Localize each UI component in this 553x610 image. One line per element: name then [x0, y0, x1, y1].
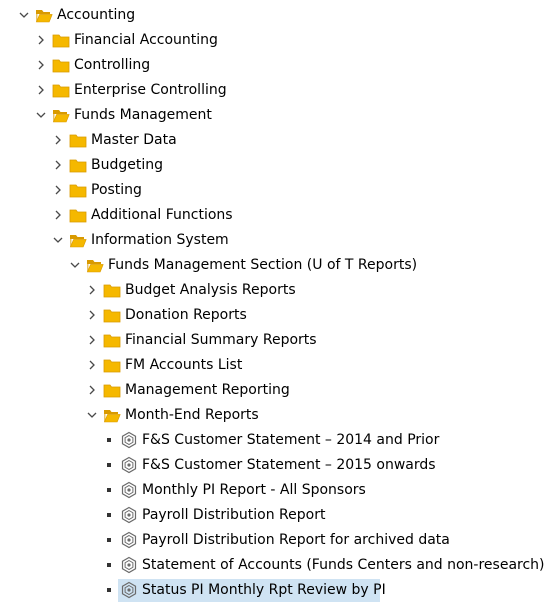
report-transaction-icon — [120, 456, 138, 474]
tree-folder-budgeting[interactable]: Budgeting — [0, 153, 553, 178]
tree-item-label: Monthly PI Report - All Sponsors — [142, 482, 366, 498]
tree-folder-funds-management-section-u-of-t-reports[interactable]: Funds Management Section (U of T Reports… — [0, 253, 553, 278]
tree-item-label: Financial Accounting — [74, 32, 218, 48]
tree-folder-month-end-reports[interactable]: Month-End Reports — [0, 403, 553, 428]
chevron-right-icon[interactable] — [53, 159, 63, 171]
tree-item-label: F&S Customer Statement – 2014 and Prior — [142, 432, 440, 448]
chevron-right-icon[interactable] — [36, 59, 46, 71]
report-transaction-icon — [120, 531, 138, 549]
tree-folder-financial-summary-reports[interactable]: Financial Summary Reports — [0, 328, 553, 353]
tree-item-label: Funds Management — [74, 107, 212, 123]
tree-folder-posting[interactable]: Posting — [0, 178, 553, 203]
tree-item-label: Management Reporting — [125, 382, 290, 398]
tree-item-label: Information System — [91, 232, 229, 248]
chevron-right-icon[interactable] — [53, 134, 63, 146]
tree-item-label: Payroll Distribution Report — [142, 507, 326, 523]
tree-item-label: Funds Management Section (U of T Reports… — [108, 257, 418, 273]
report-transaction-icon — [120, 556, 138, 574]
tree-report-status-pi-monthly-rpt-review-by-pi[interactable]: Status PI Monthly Rpt Review by PI — [0, 578, 553, 603]
tree-item-label: Status PI Monthly Rpt Review by PI — [142, 582, 386, 598]
tree-item-label: Budgeting — [91, 157, 164, 173]
tree-folder-enterprise-controlling[interactable]: Enterprise Controlling — [0, 78, 553, 103]
tree-item-label: Budget Analysis Reports — [125, 282, 296, 298]
tree-item-label: Additional Functions — [91, 207, 233, 223]
chevron-down-icon[interactable] — [36, 109, 46, 121]
tree-item-label: F&S Customer Statement – 2015 onwards — [142, 457, 436, 473]
report-transaction-icon — [120, 506, 138, 524]
tree-report-payroll-distribution-report-for-archived-data[interactable]: Payroll Distribution Report for archived… — [0, 528, 553, 553]
chevron-down-icon[interactable] — [53, 234, 63, 246]
tree-item-label: Month-End Reports — [125, 407, 259, 423]
tree-folder-fm-accounts-list[interactable]: FM Accounts List — [0, 353, 553, 378]
tree-folder-funds-management[interactable]: Funds Management — [0, 103, 553, 128]
tree-item-label: Master Data — [91, 132, 177, 148]
leaf-bullet-icon — [107, 563, 111, 567]
tree-item-label: Posting — [91, 182, 142, 198]
tree-item-label: Payroll Distribution Report for archived… — [142, 532, 450, 548]
tree-item-label: Accounting — [57, 7, 136, 23]
chevron-right-icon[interactable] — [53, 209, 63, 221]
folder-open-icon — [69, 232, 87, 248]
tree-folder-accounting[interactable]: Accounting — [0, 3, 553, 28]
report-transaction-icon — [120, 431, 138, 449]
folder-open-icon — [52, 107, 70, 123]
leaf-bullet-icon — [107, 588, 111, 592]
partially-visible-row — [0, 603, 553, 610]
tree-folder-master-data[interactable]: Master Data — [0, 128, 553, 153]
navigation-tree: Accounting Financial Accounting Controllin… — [0, 3, 553, 603]
tree-item-label: Enterprise Controlling — [74, 82, 227, 98]
tree-folder-information-system[interactable]: Information System — [0, 228, 553, 253]
tree-item-label: FM Accounts List — [125, 357, 243, 373]
chevron-right-icon[interactable] — [87, 359, 97, 371]
folder-icon — [69, 207, 87, 223]
folder-open-icon — [103, 407, 121, 423]
leaf-bullet-icon — [107, 513, 111, 517]
tree-item-label: Financial Summary Reports — [125, 332, 317, 348]
chevron-down-icon[interactable] — [70, 259, 80, 271]
tree-folder-additional-functions[interactable]: Additional Functions — [0, 203, 553, 228]
tree-folder-budget-analysis-reports[interactable]: Budget Analysis Reports — [0, 278, 553, 303]
tree-folder-donation-reports[interactable]: Donation Reports — [0, 303, 553, 328]
tree-folder-financial-accounting[interactable]: Financial Accounting — [0, 28, 553, 53]
folder-icon — [52, 32, 70, 48]
chevron-right-icon[interactable] — [87, 284, 97, 296]
report-transaction-icon — [120, 481, 138, 499]
leaf-bullet-icon — [107, 488, 111, 492]
leaf-bullet-icon — [107, 438, 111, 442]
folder-open-icon — [35, 7, 53, 23]
chevron-right-icon[interactable] — [87, 334, 97, 346]
tree-report-payroll-distribution-report[interactable]: Payroll Distribution Report — [0, 503, 553, 528]
folder-icon — [52, 82, 70, 98]
chevron-right-icon[interactable] — [36, 34, 46, 46]
tree-report-statement-of-accounts-funds-centers-and-non-research[interactable]: Statement of Accounts (Funds Centers and… — [0, 553, 553, 578]
tree-item-label: Donation Reports — [125, 307, 247, 323]
tree-report-fands-customer-statement-2014-and-prior[interactable]: F&S Customer Statement – 2014 and Prior — [0, 428, 553, 453]
folder-icon — [103, 282, 121, 298]
report-transaction-icon — [120, 581, 138, 599]
folder-icon — [69, 157, 87, 173]
chevron-right-icon[interactable] — [87, 309, 97, 321]
folder-icon — [69, 182, 87, 198]
folder-open-icon — [86, 257, 104, 273]
tree-folder-controlling[interactable]: Controlling — [0, 53, 553, 78]
leaf-bullet-icon — [107, 538, 111, 542]
folder-icon — [103, 307, 121, 323]
chevron-down-icon[interactable] — [19, 9, 29, 21]
tree-report-monthly-pi-report-all-sponsors[interactable]: Monthly PI Report - All Sponsors — [0, 478, 553, 503]
folder-icon — [69, 132, 87, 148]
chevron-down-icon[interactable] — [87, 409, 97, 421]
chevron-right-icon[interactable] — [87, 384, 97, 396]
tree-item-label: Statement of Accounts (Funds Centers and… — [142, 557, 545, 573]
folder-icon — [103, 332, 121, 348]
chevron-right-icon[interactable] — [53, 184, 63, 196]
tree-report-fands-customer-statement-2015-onwards[interactable]: F&S Customer Statement – 2015 onwards — [0, 453, 553, 478]
leaf-bullet-icon — [107, 463, 111, 467]
chevron-right-icon[interactable] — [36, 84, 46, 96]
tree-item-label: Controlling — [74, 57, 151, 73]
folder-icon — [103, 357, 121, 373]
folder-icon — [103, 382, 121, 398]
folder-icon — [52, 57, 70, 73]
tree-folder-management-reporting[interactable]: Management Reporting — [0, 378, 553, 403]
